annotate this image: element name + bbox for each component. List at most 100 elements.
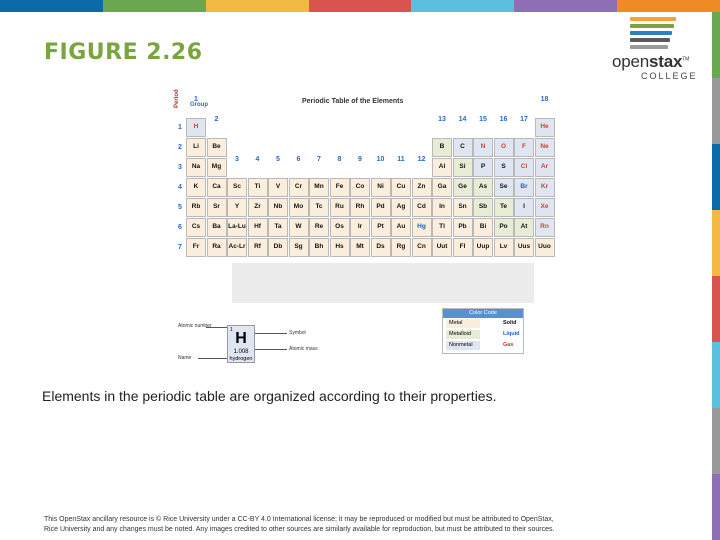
element-cell-hs: Hs [329, 238, 350, 257]
element-symbol: Al [438, 163, 446, 170]
element-cell-co: Co [350, 178, 370, 197]
element-symbol: W [295, 223, 302, 230]
element-symbol: Uup [476, 243, 490, 250]
period-axis-label: Period [174, 89, 180, 108]
element-symbol: Br [520, 183, 528, 190]
color-code-type: Nonmetal [446, 341, 480, 350]
element-symbol: Hg [417, 223, 426, 230]
top-color-bar [0, 0, 720, 12]
period-number: 1 [178, 124, 182, 131]
element-cell-cs: Cs [186, 218, 206, 237]
element-cell-tl: Tl [432, 218, 452, 237]
element-symbol: Te [499, 203, 508, 210]
color-code-state: Liquid [503, 331, 520, 337]
period-number: 3 [178, 164, 182, 171]
element-cell-in: In [432, 198, 452, 217]
element-symbol: Sn [458, 203, 467, 210]
element-symbol: Ga [437, 183, 447, 190]
periodic-table-figure: Period Group Periodic Table of the Eleme… [172, 88, 555, 364]
element-symbol: Re [314, 223, 324, 230]
element-symbol: Uuo [538, 243, 551, 250]
color-code-row: Nonmetal Gas [443, 340, 523, 351]
element-cell-kr: Kr [534, 178, 555, 197]
element-cell-pd: Pd [370, 198, 391, 217]
logo-stripes-icon [630, 17, 676, 52]
element-cell-p: P [473, 158, 493, 177]
element-symbol: La-Lu [228, 223, 246, 230]
group-number: 13 [438, 116, 446, 123]
element-symbol: Co [355, 183, 365, 190]
element-symbol: N [480, 143, 486, 150]
period-number: 4 [178, 184, 182, 191]
element-symbol: Ne [540, 143, 549, 150]
element-symbol: Hf [254, 223, 261, 230]
element-symbol: Os [335, 223, 344, 230]
element-cell-s: S [493, 158, 514, 177]
group-number: 6 [296, 156, 301, 163]
group-number: 9 [358, 156, 362, 163]
element-cell-ne: Ne [534, 138, 555, 157]
group-number: 10 [376, 156, 385, 163]
color-code-title: Color Code [443, 309, 523, 318]
element-cell-mg: Mg [206, 158, 227, 177]
element-symbol: He [540, 123, 549, 130]
element-symbol: Cu [396, 183, 406, 190]
element-symbol: As [478, 183, 488, 190]
element-cell-si: Si [452, 158, 473, 177]
group-number: 17 [520, 116, 528, 123]
element-cell-y: Y [227, 198, 247, 217]
side-color-bar [712, 12, 720, 540]
element-symbol: Nb [273, 203, 283, 210]
element-symbol: In [439, 203, 445, 210]
element-symbol: Pb [458, 223, 467, 230]
element-symbol: Fe [335, 183, 344, 190]
element-symbol: Ta [274, 223, 282, 230]
element-symbol: S [501, 163, 506, 170]
element-symbol: Xe [540, 203, 549, 210]
color-code-state: Solid [503, 320, 517, 326]
element-cell-mt: Mt [350, 238, 370, 257]
element-cell-sg: Sg [288, 238, 309, 257]
element-symbol: F [522, 143, 526, 150]
period-number: 7 [178, 244, 182, 251]
element-symbol: Ru [335, 203, 344, 210]
element-symbol: Ge [458, 183, 467, 190]
element-symbol: Uut [436, 243, 448, 250]
element-cell-cu: Cu [391, 178, 411, 197]
color-code-type: Metalloid [446, 330, 480, 339]
color-code-type: Metal [446, 319, 480, 328]
element-cell-uus: Uus [514, 238, 534, 257]
element-cell-fl: Fl [452, 238, 473, 257]
element-symbol: Fr [192, 243, 200, 250]
element-cell-uuo: Uuo [534, 238, 555, 257]
element-cell-ga: Ga [432, 178, 452, 197]
f-block-panel [232, 263, 534, 303]
period-number: 5 [178, 204, 182, 211]
element-cell-ni: Ni [370, 178, 391, 197]
element-symbol: Db [273, 243, 283, 250]
key-symbol-label: Symbol [289, 330, 306, 336]
element-key: Atomic number Name 1 H 1.008 hydrogen Sy… [174, 313, 334, 363]
element-symbol: Li [193, 143, 199, 150]
group-number: 15 [479, 116, 487, 123]
element-symbol: Pd [376, 203, 385, 210]
element-cell-o: O [493, 138, 514, 157]
element-cell-ti: Ti [247, 178, 268, 197]
element-symbol: Ac-Lr [228, 243, 246, 250]
element-cell-v: V [268, 178, 288, 197]
group-number: 8 [337, 156, 342, 163]
element-symbol: Au [396, 223, 406, 230]
color-code-legend: Color Code Metal Solid Metalloid Liquid Nonm… [442, 308, 524, 354]
element-cell-ta: Ta [268, 218, 288, 237]
element-symbol: Ca [212, 183, 221, 190]
license-line-1: This OpenStax ancillary resource is © Ri… [44, 516, 554, 523]
element-symbol: At [520, 223, 528, 230]
element-cell-xe: Xe [534, 198, 555, 217]
element-symbol: Sg [294, 243, 303, 250]
element-cell-bi: Bi [473, 218, 493, 237]
element-symbol: Mg [211, 163, 222, 170]
element-cell-rf: Rf [247, 238, 268, 257]
element-cell-b: B [432, 138, 452, 157]
element-symbol: Ti [254, 183, 261, 190]
color-code-row: Metalloid Liquid [443, 329, 523, 340]
